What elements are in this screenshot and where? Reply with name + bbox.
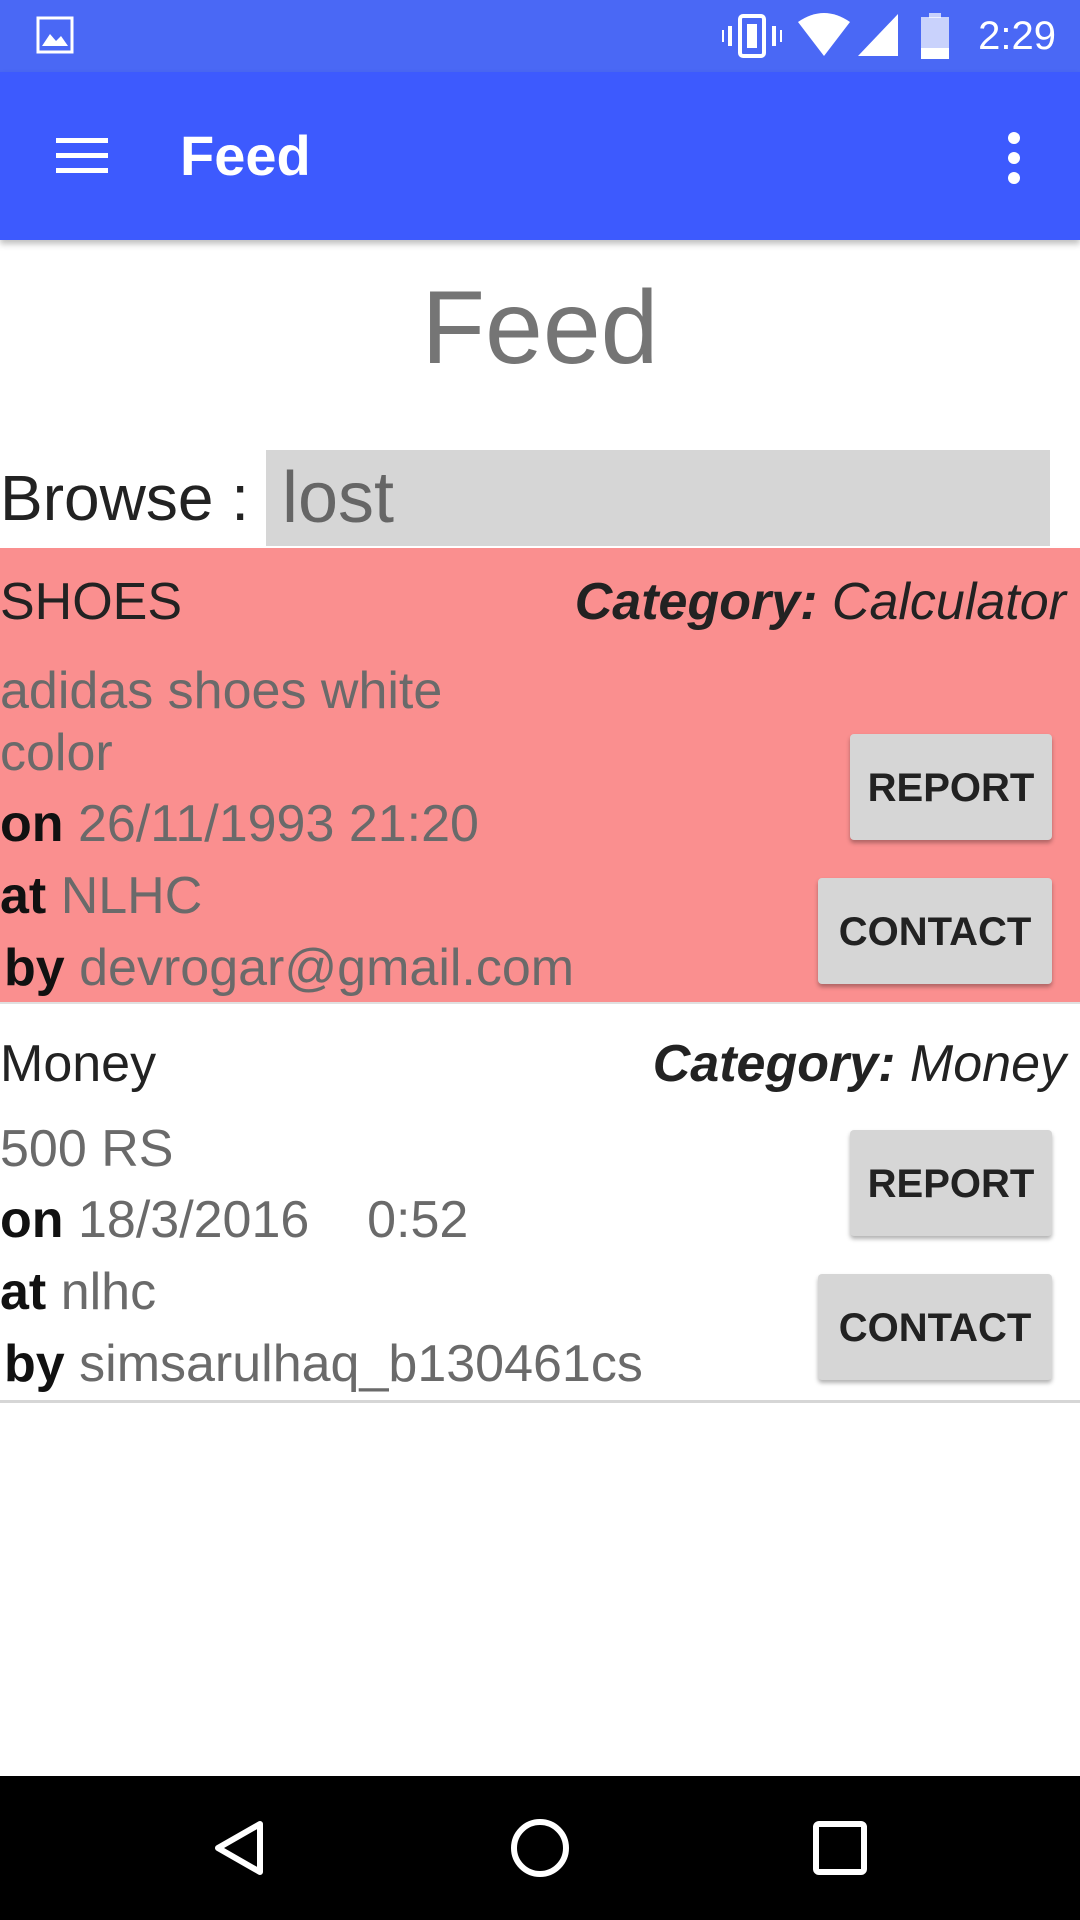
item-description: adidas shoes white color	[0, 662, 443, 782]
by-label: by	[4, 939, 65, 997]
item-author: by simsarulhaq_b130461cs	[4, 1334, 643, 1394]
more-vert-icon[interactable]	[1000, 130, 1028, 186]
signal-icon	[858, 14, 898, 56]
on-label: on	[0, 795, 64, 853]
item-category: Category: Money	[653, 1034, 1066, 1094]
item-category: Category: Calculator	[575, 572, 1066, 632]
item-description: 500 RS	[0, 1120, 174, 1178]
category-label: Category:	[574, 573, 818, 631]
category-label: Category:	[652, 1035, 896, 1093]
status-bar: 2:29	[0, 0, 1080, 72]
page-title: Feed	[421, 270, 659, 386]
browse-input[interactable]	[266, 450, 1050, 546]
by-label: by	[4, 1335, 65, 1393]
item-date: on 26/11/1993 21:20	[0, 794, 479, 854]
item-date: on 18/3/2016 0:52	[0, 1190, 468, 1250]
author-value: simsarulhaq_b130461cs	[79, 1335, 643, 1393]
recents-icon[interactable]	[808, 1816, 872, 1880]
date-value: 18/3/2016 0:52	[77, 1191, 469, 1249]
item-location: at NLHC	[0, 866, 202, 926]
status-clock: 2:29	[978, 14, 1056, 58]
vibrate-icon	[722, 14, 782, 58]
contact-button[interactable]: CONTACT	[818, 1274, 1052, 1380]
back-icon[interactable]	[208, 1816, 272, 1880]
at-label: at	[0, 867, 47, 925]
image-icon	[36, 16, 74, 54]
on-label: on	[0, 1191, 64, 1249]
navigation-bar	[0, 1776, 1080, 1920]
item-title: SHOES	[0, 573, 183, 631]
report-button[interactable]: REPORT	[850, 1130, 1052, 1236]
battery-icon	[921, 13, 949, 59]
home-icon[interactable]	[508, 1816, 572, 1880]
menu-icon[interactable]	[52, 132, 112, 180]
location-value: nlhc	[60, 1263, 157, 1321]
report-button[interactable]: REPORT	[850, 734, 1052, 840]
contact-button[interactable]: CONTACT	[818, 878, 1052, 984]
author-value: devrogar@gmail.com	[79, 939, 575, 997]
wifi-icon	[798, 13, 850, 56]
feed-card: SHOES Category: Calculator adidas shoes …	[0, 548, 1080, 1002]
category-value: Calculator	[831, 573, 1066, 631]
at-label: at	[0, 1263, 47, 1321]
item-author: by devrogar@gmail.com	[4, 938, 574, 998]
location-value: NLHC	[60, 867, 203, 925]
app-bar: Feed	[0, 72, 1080, 240]
item-title: Money	[0, 1035, 157, 1093]
category-value: Money	[909, 1035, 1066, 1093]
feed-card: Money Category: Money 500 RS on 18/3/201…	[0, 1004, 1080, 1403]
item-location: at nlhc	[0, 1262, 156, 1322]
app-bar-title: Feed	[180, 124, 311, 187]
browse-label: Browse :	[0, 462, 249, 534]
date-value: 26/11/1993 21:20	[77, 795, 479, 853]
